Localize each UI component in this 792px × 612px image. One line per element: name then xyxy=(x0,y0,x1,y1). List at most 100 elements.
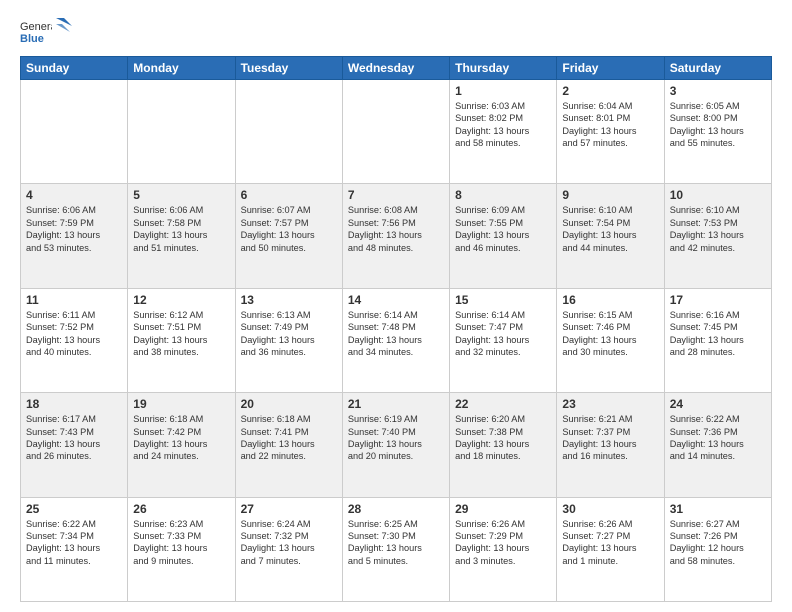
cell-text: Daylight: 13 hours xyxy=(133,334,229,346)
cell-text: Sunrise: 6:13 AM xyxy=(241,309,337,321)
page: General Blue SundayMondayTuesdayWednesda… xyxy=(0,0,792,612)
cell-text: Daylight: 13 hours xyxy=(562,125,658,137)
day-number: 30 xyxy=(562,502,658,516)
cell-text: Daylight: 13 hours xyxy=(562,334,658,346)
day-number: 6 xyxy=(241,188,337,202)
day-number: 16 xyxy=(562,293,658,307)
day-number: 24 xyxy=(670,397,766,411)
cell-text: and 53 minutes. xyxy=(26,242,122,254)
cell-text: and 38 minutes. xyxy=(133,346,229,358)
cell-text: Sunset: 7:42 PM xyxy=(133,426,229,438)
header-saturday: Saturday xyxy=(664,57,771,80)
calendar-cell: 16Sunrise: 6:15 AMSunset: 7:46 PMDayligh… xyxy=(557,288,664,392)
cell-text: Sunrise: 6:08 AM xyxy=(348,204,444,216)
cell-text: Sunrise: 6:03 AM xyxy=(455,100,551,112)
cell-text: Sunset: 7:54 PM xyxy=(562,217,658,229)
cell-text: Sunrise: 6:07 AM xyxy=(241,204,337,216)
calendar-cell: 12Sunrise: 6:12 AMSunset: 7:51 PMDayligh… xyxy=(128,288,235,392)
calendar-cell: 27 Sunrise: 6:24 AMSunset: 7:32 PMDayligh… xyxy=(235,497,342,601)
cell-text: Daylight: 13 hours xyxy=(348,438,444,450)
calendar-cell: 28Sunrise: 6:25 AMSunset: 7:30 PMDayligh… xyxy=(342,497,449,601)
calendar-cell: 10Sunrise: 6:10 AMSunset: 7:53 PMDayligh… xyxy=(664,184,771,288)
header-friday: Friday xyxy=(557,57,664,80)
calendar-cell xyxy=(128,80,235,184)
cell-text: Sunset: 7:58 PM xyxy=(133,217,229,229)
calendar-cell: 19Sunrise: 6:18 AMSunset: 7:42 PMDayligh… xyxy=(128,393,235,497)
cell-text: and 18 minutes. xyxy=(455,450,551,462)
day-number: 7 xyxy=(348,188,444,202)
cell-text: Sunrise: 6:22 AM xyxy=(670,413,766,425)
cell-text: Sunset: 7:53 PM xyxy=(670,217,766,229)
day-number: 4 xyxy=(26,188,122,202)
calendar-cell: 22Sunrise: 6:20 AMSunset: 7:38 PMDayligh… xyxy=(450,393,557,497)
week-row-3: 11Sunrise: 6:11 AMSunset: 7:52 PMDayligh… xyxy=(21,288,772,392)
calendar-cell: 24Sunrise: 6:22 AMSunset: 7:36 PMDayligh… xyxy=(664,393,771,497)
cell-text: Daylight: 13 hours xyxy=(670,125,766,137)
cell-text: Daylight: 13 hours xyxy=(26,334,122,346)
header-wednesday: Wednesday xyxy=(342,57,449,80)
day-number: 31 xyxy=(670,502,766,516)
cell-text: Sunset: 7:41 PM xyxy=(241,426,337,438)
calendar-cell xyxy=(235,80,342,184)
day-number: 21 xyxy=(348,397,444,411)
cell-text: Daylight: 13 hours xyxy=(670,229,766,241)
cell-text: Sunset: 7:26 PM xyxy=(670,530,766,542)
cell-text: Sunrise: 6:15 AM xyxy=(562,309,658,321)
cell-text: Sunset: 7:52 PM xyxy=(26,321,122,333)
day-number: 26 xyxy=(133,502,229,516)
day-number: 15 xyxy=(455,293,551,307)
day-number: 25 xyxy=(26,502,122,516)
calendar-header-row: SundayMondayTuesdayWednesdayThursdayFrid… xyxy=(21,57,772,80)
day-number: 1 xyxy=(455,84,551,98)
calendar-cell: 31Sunrise: 6:27 AMSunset: 7:26 PMDayligh… xyxy=(664,497,771,601)
calendar-cell: 30Sunrise: 6:26 AMSunset: 7:27 PMDayligh… xyxy=(557,497,664,601)
cell-text: and 5 minutes. xyxy=(348,555,444,567)
cell-text: Daylight: 13 hours xyxy=(562,542,658,554)
cell-text: Daylight: 13 hours xyxy=(562,229,658,241)
calendar-cell: 1Sunrise: 6:03 AMSunset: 8:02 PMDaylight… xyxy=(450,80,557,184)
cell-text: Daylight: 13 hours xyxy=(241,438,337,450)
cell-text: and 36 minutes. xyxy=(241,346,337,358)
calendar-cell: 21Sunrise: 6:19 AMSunset: 7:40 PMDayligh… xyxy=(342,393,449,497)
cell-text: Sunrise: 6:22 AM xyxy=(26,518,122,530)
cell-text: Sunset: 7:32 PM xyxy=(241,530,337,542)
calendar-cell xyxy=(342,80,449,184)
calendar-cell: 3Sunrise: 6:05 AMSunset: 8:00 PMDaylight… xyxy=(664,80,771,184)
cell-text: and 9 minutes. xyxy=(133,555,229,567)
cell-text: and 34 minutes. xyxy=(348,346,444,358)
cell-text: Daylight: 13 hours xyxy=(670,438,766,450)
cell-text: Sunrise: 6:06 AM xyxy=(133,204,229,216)
cell-text: and 48 minutes. xyxy=(348,242,444,254)
cell-text: and 55 minutes. xyxy=(670,137,766,149)
cell-text: Sunrise: 6:21 AM xyxy=(562,413,658,425)
cell-text: and 44 minutes. xyxy=(562,242,658,254)
cell-text: Sunrise: 6:16 AM xyxy=(670,309,766,321)
calendar-cell: 25Sunrise: 6:22 AMSunset: 7:34 PMDayligh… xyxy=(21,497,128,601)
cell-text: Sunset: 7:45 PM xyxy=(670,321,766,333)
calendar-cell: 8Sunrise: 6:09 AMSunset: 7:55 PMDaylight… xyxy=(450,184,557,288)
cell-text: Sunset: 7:48 PM xyxy=(348,321,444,333)
day-number: 2 xyxy=(562,84,658,98)
header-tuesday: Tuesday xyxy=(235,57,342,80)
cell-text: Sunset: 8:02 PM xyxy=(455,112,551,124)
day-number: 28 xyxy=(348,502,444,516)
day-number: 17 xyxy=(670,293,766,307)
cell-text: Daylight: 13 hours xyxy=(133,542,229,554)
day-number: 27 xyxy=(241,502,337,516)
cell-text: Sunrise: 6:25 AM xyxy=(348,518,444,530)
cell-text: Daylight: 13 hours xyxy=(241,542,337,554)
cell-text: Sunrise: 6:06 AM xyxy=(26,204,122,216)
calendar-cell: 23Sunrise: 6:21 AMSunset: 7:37 PMDayligh… xyxy=(557,393,664,497)
cell-text: and 58 minutes. xyxy=(670,555,766,567)
cell-text: Sunrise: 6:10 AM xyxy=(562,204,658,216)
cell-text: and 16 minutes. xyxy=(562,450,658,462)
cell-text: Sunrise: 6:04 AM xyxy=(562,100,658,112)
week-row-5: 25Sunrise: 6:22 AMSunset: 7:34 PMDayligh… xyxy=(21,497,772,601)
day-number: 5 xyxy=(133,188,229,202)
cell-text: and 58 minutes. xyxy=(455,137,551,149)
cell-text: Daylight: 13 hours xyxy=(241,334,337,346)
cell-text: Sunrise: 6:24 AM xyxy=(241,518,337,530)
cell-text: Sunrise: 6:18 AM xyxy=(241,413,337,425)
cell-text: and 7 minutes. xyxy=(241,555,337,567)
cell-text: and 24 minutes. xyxy=(133,450,229,462)
